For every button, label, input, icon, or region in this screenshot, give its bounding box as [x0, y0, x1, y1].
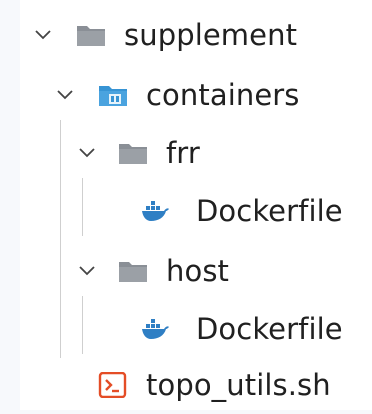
folder-container-icon — [99, 86, 127, 106]
folder-icon — [119, 144, 147, 164]
tree-item-dockerfile[interactable]: Dockerfile — [20, 300, 372, 358]
tree-item-supplement[interactable]: supplement — [20, 6, 372, 64]
tree-item-label: topo_utils.sh — [146, 368, 331, 402]
chevron-down-icon[interactable] — [54, 84, 76, 106]
docker-icon — [142, 319, 169, 339]
docker-icon — [142, 201, 169, 221]
chevron-down-icon[interactable] — [32, 24, 54, 46]
folder-icon — [77, 26, 105, 46]
tree-item-dockerfile[interactable]: Dockerfile — [20, 182, 372, 240]
shell-script-icon — [98, 372, 127, 398]
file-explorer-tree: supplement containers frr Dockerfile hos… — [20, 0, 372, 410]
tree-item-label: frr — [166, 136, 200, 170]
chevron-down-icon[interactable] — [76, 142, 98, 164]
tree-item-label: supplement — [124, 18, 298, 52]
folder-icon — [119, 262, 147, 282]
tree-item-frr[interactable]: frr — [20, 124, 372, 182]
tree-item-containers[interactable]: containers — [20, 66, 372, 124]
tree-item-label: host — [166, 254, 230, 288]
chevron-down-icon[interactable] — [76, 260, 98, 282]
tree-item-topo-utils-sh[interactable]: topo_utils.sh — [20, 356, 372, 414]
tree-item-label: containers — [146, 78, 300, 112]
tree-item-host[interactable]: host — [20, 242, 372, 300]
tree-item-label: Dockerfile — [196, 194, 343, 228]
tree-item-label: Dockerfile — [196, 312, 343, 346]
